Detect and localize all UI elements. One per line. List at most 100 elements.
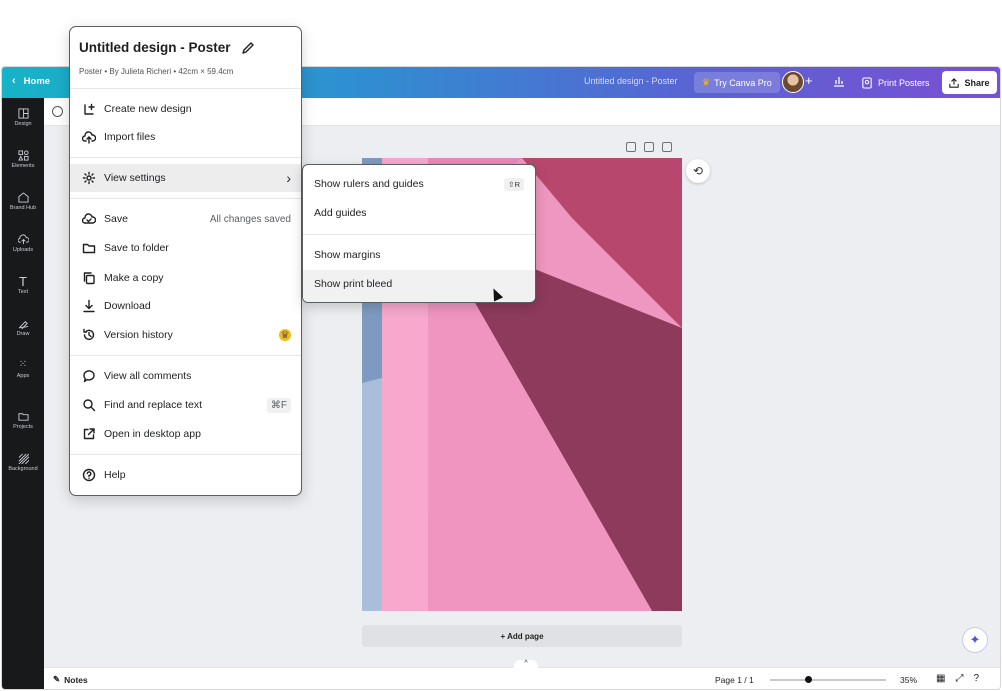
- view-controls: ▦ ⤢ ?: [936, 673, 979, 684]
- fullscreen-icon[interactable]: ⤢: [955, 673, 963, 684]
- zoom-level[interactable]: 35%: [900, 675, 917, 685]
- menu-item-label: View all comments: [104, 370, 192, 382]
- sidebar-item-elements[interactable]: Elements: [2, 142, 44, 176]
- chevron-up-icon[interactable]: ^: [514, 660, 538, 669]
- help-icon: [82, 468, 96, 482]
- add-collaborator-icon[interactable]: +: [805, 73, 813, 88]
- cloud-upload-icon: [82, 131, 96, 144]
- duplicate-page-icon[interactable]: [644, 142, 654, 152]
- file-menu: Untitled design - Poster Poster • By Jul…: [69, 26, 302, 496]
- sidebar-item-label: Text: [17, 289, 29, 295]
- left-sidebar: Design Elements Brand Hub Uploads T Text: [2, 98, 44, 689]
- save-status: All changes saved: [209, 213, 291, 225]
- menu-item-label: Version history: [104, 329, 173, 341]
- share-label: Share: [964, 77, 990, 88]
- menu-item-import-files[interactable]: Import files: [70, 123, 301, 151]
- uploads-icon: [17, 233, 29, 245]
- sidebar-item-apps[interactable]: ⁙ Apps: [2, 352, 44, 386]
- comment-icon: [83, 370, 95, 383]
- help-icon[interactable]: ?: [973, 673, 979, 684]
- menu-item-label: Download: [104, 300, 151, 312]
- menu-item-find-and-replace[interactable]: Find and replace text ⌘F: [70, 391, 301, 419]
- sidebar-item-label: Uploads: [12, 247, 34, 253]
- menu-divider: [70, 454, 301, 455]
- elements-icon: [17, 149, 29, 161]
- crown-icon: ♛: [279, 329, 291, 341]
- try-pro-button[interactable]: ♛ Try Canva Pro: [694, 72, 780, 93]
- sidebar-item-uploads[interactable]: Uploads: [2, 226, 44, 260]
- menu-item-view-settings[interactable]: View settings ›: [70, 164, 301, 192]
- menu-divider: [70, 157, 301, 158]
- gear-icon: [82, 171, 96, 185]
- menu-item-download[interactable]: Download: [70, 292, 301, 320]
- view-settings-submenu: Show rulers and guides ⇧R Add guides Sho…: [302, 164, 536, 303]
- home-label: Home: [23, 75, 51, 87]
- insights-icon[interactable]: [832, 74, 846, 88]
- grid-view-icon[interactable]: ▦: [936, 673, 945, 684]
- zoom-slider[interactable]: [770, 676, 886, 683]
- projects-icon: [17, 410, 29, 422]
- submenu-item-label: Show margins: [314, 249, 381, 261]
- print-icon: [862, 76, 872, 89]
- shortcut-badge: ⇧R: [504, 177, 524, 191]
- pencil-icon[interactable]: [241, 41, 255, 55]
- sidebar-item-label: Elements: [11, 163, 35, 169]
- magic-assistant-button[interactable]: ✦: [962, 627, 988, 653]
- home-button[interactable]: ‹ Home: [12, 75, 50, 87]
- page-tools: [626, 142, 672, 152]
- menu-item-make-a-copy[interactable]: Make a copy: [70, 264, 301, 292]
- menu-item-create-new-design[interactable]: Create new design: [70, 95, 301, 123]
- sidebar-item-text[interactable]: T Text: [2, 268, 44, 302]
- notes-button[interactable]: ✎ Notes: [53, 674, 88, 685]
- menu-divider: [70, 198, 301, 199]
- page-indicator[interactable]: Page 1 / 1: [715, 675, 754, 685]
- sidebar-item-label: Brand Hub: [9, 205, 37, 211]
- chevron-left-icon: ‹: [12, 75, 16, 87]
- sidebar-item-background[interactable]: Background: [2, 445, 44, 479]
- try-pro-label: Try Canva Pro: [714, 77, 772, 88]
- design-title-display[interactable]: Untitled design - Poster: [584, 76, 678, 86]
- menu-item-version-history[interactable]: Version history ♛: [70, 321, 301, 349]
- sidebar-item-draw[interactable]: Draw: [2, 310, 44, 344]
- sidebar-item-label: Background: [8, 466, 38, 472]
- folder-icon: [82, 243, 96, 254]
- print-label: Print Posters: [878, 77, 930, 88]
- sidebar-item-label: Draw: [16, 331, 30, 337]
- submenu-item-label: Add guides: [314, 207, 367, 219]
- sidebar-item-projects[interactable]: Projects: [2, 403, 44, 437]
- notes-label: Notes: [64, 674, 88, 685]
- menu-item-save[interactable]: Save All changes saved: [70, 205, 301, 233]
- menu-item-open-in-desktop-app[interactable]: Open in desktop app: [70, 420, 301, 448]
- menu-item-label: Import files: [104, 131, 156, 143]
- menu-title[interactable]: Untitled design - Poster: [79, 40, 231, 55]
- search-icon: [83, 399, 96, 412]
- download-icon: [83, 299, 95, 313]
- sidebar-item-label: Projects: [13, 424, 33, 430]
- text-icon: T: [19, 273, 27, 289]
- crown-icon: ♛: [702, 77, 711, 87]
- sidebar-item-label: Apps: [16, 373, 30, 379]
- magic-icon[interactable]: [52, 106, 63, 117]
- menu-item-view-all-comments[interactable]: View all comments: [70, 362, 301, 390]
- add-page-button[interactable]: + Add page: [362, 625, 682, 647]
- notes-icon: ✎: [53, 674, 61, 684]
- background-icon: [17, 452, 29, 464]
- share-button[interactable]: Share: [942, 71, 997, 94]
- add-page-icon[interactable]: [662, 142, 672, 152]
- sidebar-item-brand-hub[interactable]: Brand Hub: [2, 184, 44, 218]
- menu-divider: [70, 355, 301, 356]
- menu-item-help[interactable]: Help: [70, 461, 301, 489]
- menu-item-save-to-folder[interactable]: Save to folder: [70, 234, 301, 262]
- print-posters-button[interactable]: Print Posters: [856, 72, 936, 93]
- regenerate-button[interactable]: ⟲: [686, 159, 710, 183]
- submenu-item-show-rulers-and-guides[interactable]: Show rulers and guides ⇧R: [303, 170, 535, 198]
- share-icon: [949, 77, 960, 88]
- menu-subtitle: Poster • By Julieta Richeri • 42cm × 59.…: [79, 67, 234, 76]
- external-link-icon: [83, 428, 95, 440]
- lock-icon[interactable]: [626, 142, 636, 152]
- submenu-item-show-margins[interactable]: Show margins: [303, 241, 535, 269]
- avatar[interactable]: [782, 71, 804, 93]
- zoom-slider-handle[interactable]: [805, 676, 812, 683]
- submenu-item-add-guides[interactable]: Add guides: [303, 199, 535, 227]
- sidebar-item-design[interactable]: Design: [2, 100, 44, 134]
